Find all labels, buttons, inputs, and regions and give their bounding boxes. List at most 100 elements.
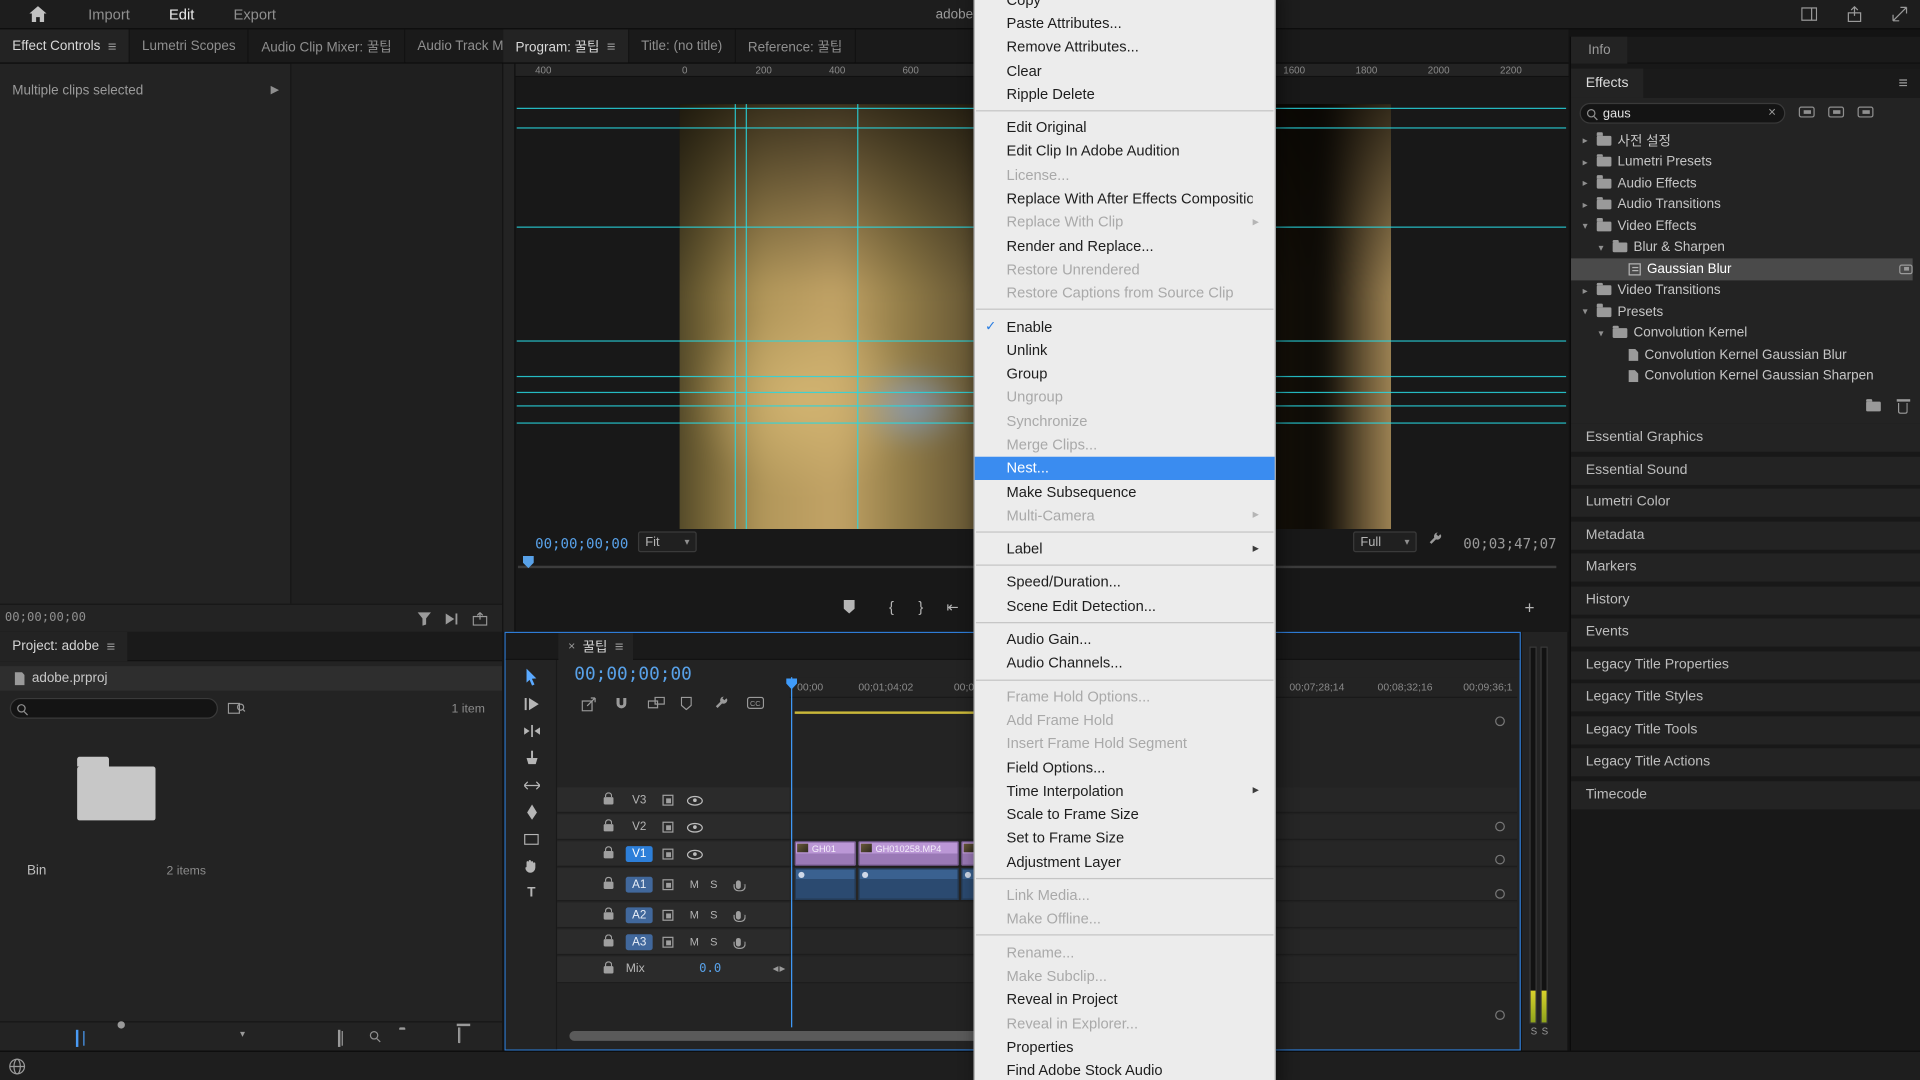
tree-chevron-icon[interactable]: ▾	[1580, 306, 1591, 317]
export-frame-icon[interactable]	[473, 612, 488, 625]
menu-item-audio-gain[interactable]: Audio Gain...	[975, 627, 1275, 651]
menu-item-ripple-delete[interactable]: Ripple Delete	[975, 82, 1275, 106]
menu-item-adjustment-layer[interactable]: Adjustment Layer	[975, 850, 1275, 874]
chevron-down-icon[interactable]: ▾	[240, 1029, 245, 1040]
new-custom-bin-icon[interactable]	[1866, 402, 1881, 412]
audio-clip-1[interactable]	[795, 868, 856, 900]
effects-tree-item-audio-effects[interactable]: ▸Audio Effects	[1571, 173, 1913, 194]
playback-resolution-select[interactable]: Full▾	[1353, 531, 1417, 552]
tab-audio-clip-mixer-꿀팁[interactable]: Audio Clip Mixer: 꿀팁	[249, 29, 405, 62]
effects-tree-item-gaussian-blur[interactable]: Gaussian Blur	[1571, 258, 1913, 279]
go-to-in-icon[interactable]: ⇤	[947, 600, 959, 615]
delete-icon[interactable]	[458, 1027, 460, 1042]
video-clip-gh010258-mp4[interactable]: GH010258.MP4	[858, 841, 958, 865]
effects-tree-item-video-transitions[interactable]: ▸Video Transitions	[1571, 280, 1913, 301]
effects-search-input[interactable]	[1580, 103, 1786, 124]
scrollbar-handle[interactable]	[1495, 822, 1505, 832]
video-clip-gh01[interactable]: GH01	[795, 841, 856, 865]
menu-item-render-and-replace[interactable]: Render and Replace...	[975, 234, 1275, 258]
find-icon[interactable]	[370, 1031, 379, 1040]
bin-thumbnail[interactable]	[49, 744, 184, 842]
menu-item-set-to-frame-size[interactable]: Set to Frame Size	[975, 826, 1275, 850]
tree-chevron-icon[interactable]: ▾	[1580, 221, 1591, 232]
effects-tree-item-convolution-kernel[interactable]: ▾Convolution Kernel	[1571, 323, 1913, 344]
tab-lumetri-scopes[interactable]: Lumetri Scopes	[130, 29, 249, 62]
menu-item-clear[interactable]: Clear	[975, 59, 1275, 83]
panel-tab-legacy-title-actions[interactable]: Legacy Title Actions	[1571, 748, 1920, 776]
show-keyframes-toggle-icon[interactable]: ▶	[271, 83, 279, 96]
menu-item-nest[interactable]: Nest...	[975, 456, 1275, 480]
panel-tab-markers[interactable]: Markers	[1571, 553, 1920, 581]
tree-chevron-icon[interactable]: ▸	[1580, 135, 1591, 146]
menu-item-reveal-in-project[interactable]: Reveal in Project	[975, 988, 1275, 1012]
bin-name[interactable]: Bin	[27, 863, 46, 878]
panel-menu-icon[interactable]: ≡	[106, 638, 115, 655]
tab-info[interactable]: Info	[1571, 37, 1628, 64]
menu-item-scene-edit-detection[interactable]: Scene Edit Detection...	[975, 594, 1275, 618]
tab-reference-꿀팁[interactable]: Reference: 꿀팁	[736, 29, 856, 62]
effects-tree-item-사전-설정[interactable]: ▸사전 설정	[1571, 130, 1913, 151]
menu-item-remove-attributes[interactable]: Remove Attributes...	[975, 35, 1275, 59]
menu-item-time-interpolation[interactable]: Time Interpolation▸	[975, 779, 1275, 803]
menu-item-group[interactable]: Group	[975, 362, 1275, 386]
tree-chevron-icon[interactable]: ▸	[1580, 156, 1591, 167]
effects-tree-item-convolution-kernel-gaussian-blur[interactable]: Convolution Kernel Gaussian Blur	[1571, 344, 1913, 365]
zoom-level-select[interactable]: Fit▾	[638, 531, 697, 552]
menu-item-edit-original[interactable]: Edit Original	[975, 116, 1275, 140]
effects-tree-item-convolution-kernel-gaussian-sharpen[interactable]: Convolution Kernel Gaussian Sharpen	[1571, 366, 1913, 387]
panel-menu-icon[interactable]: ≡	[607, 37, 616, 54]
panel-tab-essential-sound[interactable]: Essential Sound	[1571, 456, 1920, 484]
scrollbar-handle[interactable]	[1495, 716, 1505, 726]
panel-tab-legacy-title-styles[interactable]: Legacy Title Styles	[1571, 683, 1920, 711]
effects-tree-item-presets[interactable]: ▾Presets	[1571, 301, 1913, 322]
globe-icon[interactable]	[9, 1058, 26, 1075]
settings-wrench-icon[interactable]	[1428, 533, 1443, 548]
menu-item-find-adobe-stock-audio[interactable]: Find Adobe Stock Audio	[975, 1059, 1275, 1080]
quick-export-icon[interactable]	[1847, 6, 1863, 22]
fullscreen-icon[interactable]	[1892, 6, 1908, 22]
menu-item-paste-attributes[interactable]: Paste Attributes...	[975, 11, 1275, 35]
menu-item-scale-to-frame-size[interactable]: Scale to Frame Size	[975, 803, 1275, 827]
tree-chevron-icon[interactable]: ▸	[1580, 199, 1591, 210]
scrollbar-handle[interactable]	[1495, 889, 1505, 899]
effects-tree-item-blur-sharpen[interactable]: ▾Blur & Sharpen	[1571, 237, 1913, 258]
effects-tree-item-lumetri-presets[interactable]: ▸Lumetri Presets	[1571, 151, 1913, 172]
tree-chevron-icon[interactable]: ▸	[1580, 285, 1591, 296]
tab-title-no-title[interactable]: Title: (no title)	[629, 29, 736, 62]
panel-menu-icon[interactable]: ≡	[108, 37, 117, 54]
menu-item-make-subsequence[interactable]: Make Subsequence	[975, 480, 1275, 504]
button-editor-plus-icon[interactable]: +	[1524, 600, 1534, 615]
menu-item-edit-clip-in-adobe-audition[interactable]: Edit Clip In Adobe Audition	[975, 139, 1275, 163]
tree-chevron-icon[interactable]: ▾	[1596, 242, 1607, 253]
project-file-row[interactable]: adobe.prproj	[0, 666, 502, 690]
panel-tab-legacy-title-tools[interactable]: Legacy Title Tools	[1571, 716, 1920, 744]
menu-item-speed-duration[interactable]: Speed/Duration...	[975, 570, 1275, 594]
menu-item-enable[interactable]: ✓Enable	[975, 315, 1275, 339]
panel-tab-lumetri-color[interactable]: Lumetri Color	[1571, 489, 1920, 517]
menu-item-unlink[interactable]: Unlink	[975, 338, 1275, 362]
audio-clip-2[interactable]	[858, 868, 958, 900]
add-marker-icon[interactable]	[844, 600, 855, 613]
filter-properties-icon[interactable]	[418, 612, 431, 625]
yuv-effects-filter-icon[interactable]	[1858, 107, 1874, 118]
menu-item-properties[interactable]: Properties	[975, 1035, 1275, 1059]
tab-effects[interactable]: Effects	[1571, 69, 1643, 98]
mark-out-icon[interactable]: }	[918, 600, 923, 615]
menu-item-field-options[interactable]: Field Options...	[975, 755, 1275, 779]
search-bin-icon[interactable]	[228, 700, 246, 713]
panel-tab-history[interactable]: History	[1571, 586, 1920, 614]
workspaces-icon[interactable]	[1801, 6, 1817, 22]
accelerated-effects-filter-icon[interactable]	[1799, 107, 1815, 118]
automate-to-sequence-icon[interactable]	[338, 1031, 340, 1046]
mark-in-icon[interactable]: {	[889, 600, 894, 615]
delete-custom-item-icon[interactable]	[1898, 403, 1908, 414]
project-search-input[interactable]	[10, 698, 218, 719]
solo-right-button[interactable]: S	[1542, 1026, 1549, 1037]
panel-tab-metadata[interactable]: Metadata	[1571, 521, 1920, 549]
effects-tree-item-video-effects[interactable]: ▾Video Effects	[1571, 216, 1913, 237]
tree-chevron-icon[interactable]: ▾	[1596, 328, 1607, 339]
icon-view-icon[interactable]	[76, 1031, 78, 1046]
menu-item-copy[interactable]: Copy	[975, 0, 1275, 11]
panel-tab-legacy-title-properties[interactable]: Legacy Title Properties	[1571, 651, 1920, 679]
solo-left-button[interactable]: S	[1531, 1026, 1538, 1037]
